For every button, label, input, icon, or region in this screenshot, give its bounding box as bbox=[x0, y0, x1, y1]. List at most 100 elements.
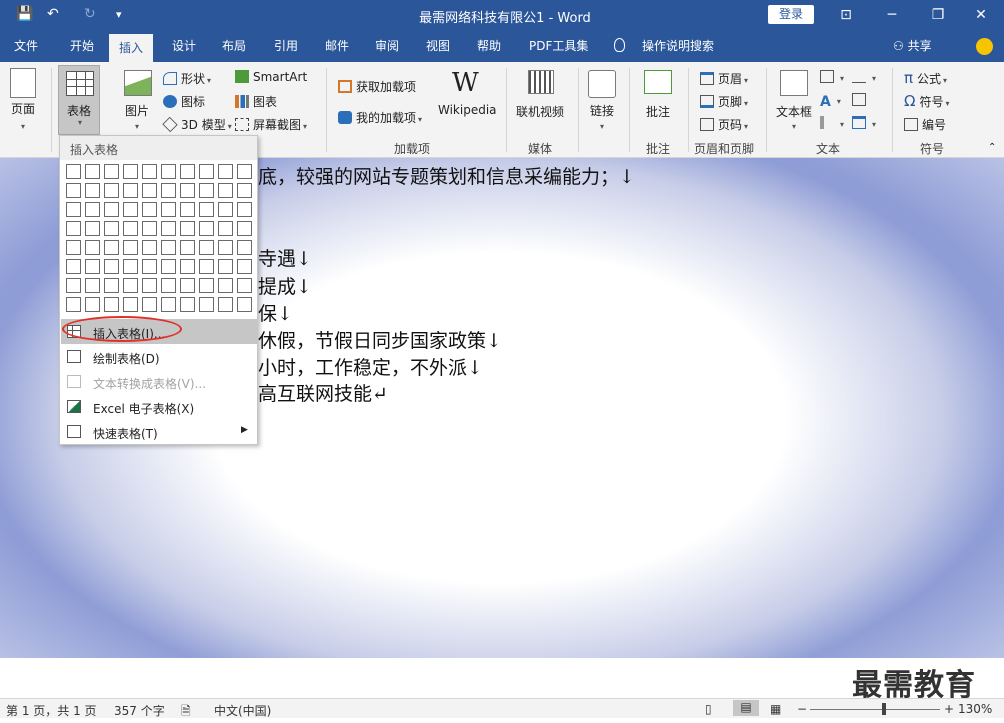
table-grid-cell[interactable] bbox=[161, 278, 176, 293]
table-grid-cell[interactable] bbox=[180, 221, 195, 236]
table-grid-cell[interactable] bbox=[104, 202, 119, 217]
table-grid-cell[interactable] bbox=[142, 278, 157, 293]
table-grid-cell[interactable] bbox=[142, 164, 157, 179]
symbol-button[interactable]: Ω 符号 ▾ bbox=[904, 92, 950, 110]
table-grid-cell[interactable] bbox=[199, 183, 214, 198]
table-button[interactable]: 表格 ▾ bbox=[58, 65, 100, 135]
table-grid-cell[interactable] bbox=[66, 202, 81, 217]
table-grid-cell[interactable] bbox=[161, 164, 176, 179]
table-grid-cell[interactable] bbox=[66, 164, 81, 179]
share-button[interactable]: ⚇ 共享 bbox=[893, 30, 932, 62]
zoom-in-button[interactable]: + bbox=[944, 702, 954, 716]
table-grid-cell[interactable] bbox=[142, 259, 157, 274]
table-grid-cell[interactable] bbox=[161, 202, 176, 217]
chart-button[interactable]: 图表 bbox=[235, 93, 277, 110]
table-grid-cell[interactable] bbox=[199, 297, 214, 312]
table-grid-cell[interactable] bbox=[123, 259, 138, 274]
save-icon[interactable]: 💾 bbox=[16, 6, 33, 24]
table-grid-cell[interactable] bbox=[123, 183, 138, 198]
table-grid-cell[interactable] bbox=[180, 183, 195, 198]
table-grid-cell[interactable] bbox=[237, 278, 252, 293]
my-addins-button[interactable]: 我的加载项 ▾ bbox=[338, 109, 422, 126]
tab-home[interactable]: 开始 bbox=[60, 30, 104, 62]
online-video-button[interactable]: 联机视频 bbox=[516, 103, 564, 120]
web-layout-icon[interactable]: ▦ bbox=[770, 702, 781, 716]
table-grid-cell[interactable] bbox=[237, 240, 252, 255]
3d-model-button[interactable]: 3D 模型 ▾ bbox=[162, 116, 232, 133]
table-grid-cell[interactable] bbox=[199, 202, 214, 217]
table-grid-cell[interactable] bbox=[123, 202, 138, 217]
zoom-slider-thumb[interactable] bbox=[882, 703, 886, 715]
convert-text-to-table-menu-item[interactable]: 文本转换成表格(V)... bbox=[61, 369, 257, 394]
tab-mailings[interactable]: 邮件 bbox=[315, 30, 359, 62]
table-grid-cell[interactable] bbox=[104, 183, 119, 198]
table-grid-cell[interactable] bbox=[123, 164, 138, 179]
table-grid-cell[interactable] bbox=[104, 297, 119, 312]
table-grid-cell[interactable] bbox=[237, 164, 252, 179]
table-grid-cell[interactable] bbox=[218, 164, 233, 179]
tab-insert[interactable]: 插入 bbox=[109, 34, 154, 62]
word-count[interactable]: 357 个字 bbox=[114, 702, 165, 719]
get-addins-button[interactable]: 获取加载项 bbox=[338, 78, 416, 95]
table-grid-cell[interactable] bbox=[237, 297, 252, 312]
table-grid-cell[interactable] bbox=[142, 202, 157, 217]
table-grid-cell[interactable] bbox=[161, 221, 176, 236]
table-grid-cell[interactable] bbox=[180, 259, 195, 274]
table-grid-cell[interactable] bbox=[85, 297, 100, 312]
table-grid-cell[interactable] bbox=[218, 297, 233, 312]
zoom-level[interactable]: 130% bbox=[958, 702, 992, 716]
zoom-out-button[interactable]: − bbox=[797, 702, 807, 716]
minimize-button[interactable]: ─ bbox=[869, 0, 915, 30]
draw-table-menu-item[interactable]: 绘制表格(D) bbox=[61, 344, 257, 369]
table-grid-cell[interactable] bbox=[66, 297, 81, 312]
language[interactable]: 中文(中国) bbox=[214, 702, 271, 719]
table-grid-cell[interactable] bbox=[123, 240, 138, 255]
table-grid-cell[interactable] bbox=[237, 221, 252, 236]
table-grid-cell[interactable] bbox=[66, 240, 81, 255]
table-grid-cell[interactable] bbox=[85, 259, 100, 274]
smartart-button[interactable]: SmartArt bbox=[235, 70, 307, 84]
table-grid-cell[interactable] bbox=[85, 183, 100, 198]
table-grid-cell[interactable] bbox=[199, 221, 214, 236]
drop-cap-button[interactable]: ▾ bbox=[820, 116, 844, 130]
table-grid-cell[interactable] bbox=[142, 221, 157, 236]
table-grid-cell[interactable] bbox=[66, 259, 81, 274]
table-grid-cell[interactable] bbox=[199, 240, 214, 255]
wikipedia-button[interactable]: Wikipedia bbox=[438, 103, 497, 117]
table-grid-cell[interactable] bbox=[123, 297, 138, 312]
table-grid-cell[interactable] bbox=[161, 297, 176, 312]
table-grid-cell[interactable] bbox=[85, 202, 100, 217]
table-grid-cell[interactable] bbox=[218, 183, 233, 198]
wordart-button[interactable]: A ▾ bbox=[820, 93, 841, 110]
redo-icon[interactable]: ↻ bbox=[84, 6, 96, 24]
tab-layout[interactable]: 布局 bbox=[212, 30, 256, 62]
table-grid-cell[interactable] bbox=[180, 297, 195, 312]
table-grid-cell[interactable] bbox=[104, 259, 119, 274]
equation-button[interactable]: π 公式 ▾ bbox=[904, 69, 947, 87]
shapes-button[interactable]: 形状 ▾ bbox=[163, 70, 211, 87]
table-grid-cell[interactable] bbox=[218, 221, 233, 236]
restore-button[interactable]: ❐ bbox=[915, 0, 961, 30]
table-grid-cell[interactable] bbox=[104, 164, 119, 179]
table-grid-cell[interactable] bbox=[180, 278, 195, 293]
tab-review[interactable]: 审阅 bbox=[365, 30, 409, 62]
login-button[interactable]: 登录 bbox=[768, 5, 814, 24]
feedback-smiley-icon[interactable] bbox=[976, 38, 993, 55]
table-grid-cell[interactable] bbox=[161, 259, 176, 274]
table-grid-cell[interactable] bbox=[218, 202, 233, 217]
table-grid-cell[interactable] bbox=[218, 278, 233, 293]
picture-button[interactable]: 图片 bbox=[125, 102, 149, 119]
table-grid-cell[interactable] bbox=[66, 278, 81, 293]
link-button[interactable]: 链接 bbox=[590, 102, 614, 119]
table-grid-cell[interactable] bbox=[123, 278, 138, 293]
page-count[interactable]: 第 1 页，共 1 页 bbox=[6, 702, 97, 719]
table-grid-cell[interactable] bbox=[85, 240, 100, 255]
table-grid-cell[interactable] bbox=[66, 183, 81, 198]
table-grid-cell[interactable] bbox=[237, 183, 252, 198]
table-grid-cell[interactable] bbox=[123, 221, 138, 236]
table-grid-cell[interactable] bbox=[161, 240, 176, 255]
table-grid-cell[interactable] bbox=[85, 164, 100, 179]
table-grid-cell[interactable] bbox=[237, 202, 252, 217]
table-grid-cell[interactable] bbox=[85, 221, 100, 236]
footer-button[interactable]: 页脚 ▾ bbox=[700, 93, 748, 110]
